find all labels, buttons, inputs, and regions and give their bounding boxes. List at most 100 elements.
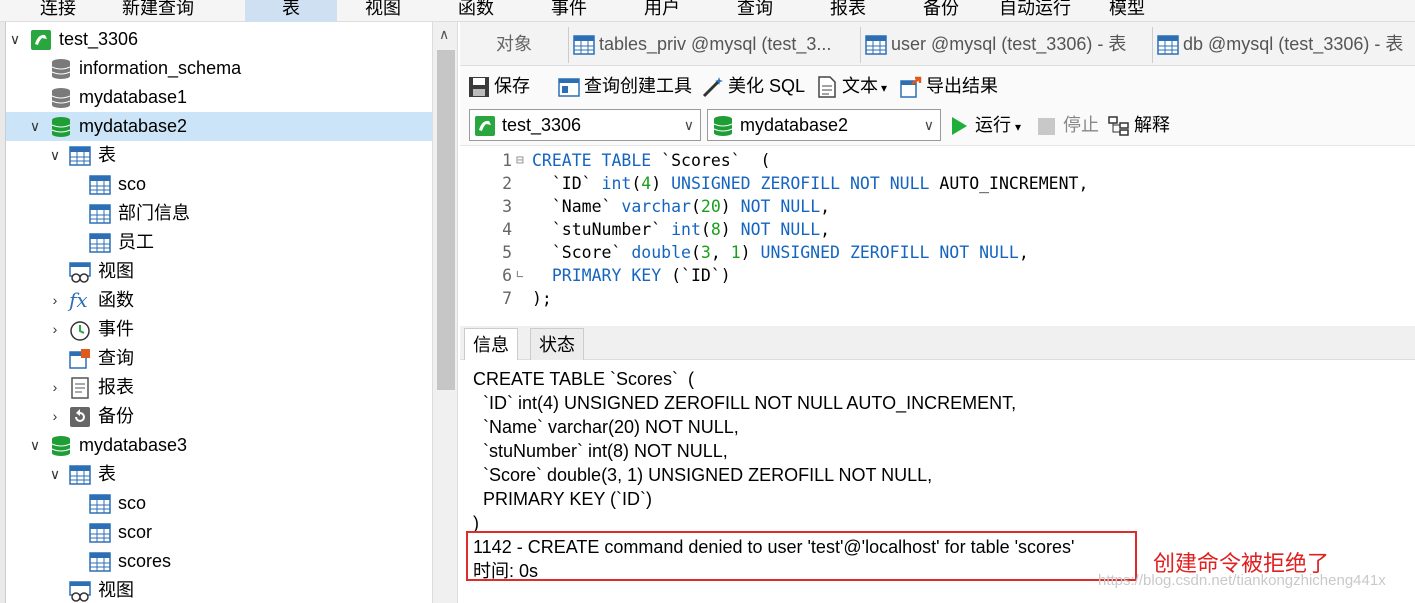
chevron-down-icon[interactable]: ∨ <box>48 141 62 170</box>
chevron-down-icon[interactable]: ∨ <box>8 25 22 54</box>
dropdown-arrow-icon: ▾ <box>1015 120 1022 134</box>
table-icon <box>89 494 111 514</box>
explain-button[interactable]: 解释 <box>1108 111 1170 139</box>
tab-objects[interactable]: 对象 <box>496 27 566 63</box>
code-line: 7); <box>460 287 1415 310</box>
tree-item-label: mydatabase3 <box>79 435 188 455</box>
tab-status[interactable]: 状态 <box>530 328 584 360</box>
line-number: 4 <box>502 220 512 239</box>
tables-icon <box>69 146 91 166</box>
text-label: 文本 <box>842 76 878 96</box>
query-icon <box>69 349 90 369</box>
tab-info[interactable]: 信息 <box>464 328 518 360</box>
tree-item-table[interactable]: scores <box>6 547 432 576</box>
tree-item-table[interactable]: scor <box>6 518 432 547</box>
menu-user[interactable]: 用户 <box>629 0 695 22</box>
tree-item-tables[interactable]: ∨ 表 <box>6 141 432 170</box>
code-text: CREATE TABLE `Scores` ( <box>532 151 771 170</box>
menu-table[interactable]: 表 <box>245 0 337 22</box>
export-results-button[interactable]: 导出结果 <box>900 72 998 100</box>
chevron-up-icon[interactable]: ∧ <box>439 26 449 43</box>
dropdown-arrow-icon: ▾ <box>881 81 888 95</box>
tree-item-label: 部门信息 <box>118 203 190 223</box>
tree-item-backups[interactable]: › 备份 <box>6 402 432 431</box>
output-line: `Score` double(3, 1) UNSIGNED ZEROFILL N… <box>473 465 933 485</box>
tab-tables-priv[interactable]: tables_priv @mysql (test_3... <box>568 27 853 63</box>
tree-item-database[interactable]: ∨ mydatabase3 <box>6 431 432 460</box>
tab-label: db @mysql (test_3306) - 表 <box>1183 34 1404 54</box>
mysql-connection-icon <box>31 30 51 50</box>
chevron-down-icon[interactable]: ∨ <box>28 112 42 141</box>
code-text: PRIMARY KEY (`ID`) <box>551 266 731 285</box>
chevron-right-icon[interactable]: › <box>48 402 62 431</box>
tree-item-views[interactable]: 视图 <box>6 257 432 286</box>
magic-wand-icon <box>702 77 723 98</box>
text-button[interactable]: 文本 ▾ <box>816 72 887 100</box>
tree-item-functions[interactable]: › fx 函数 <box>6 286 432 315</box>
code-line: 4 `stuNumber` int(8) NOT NULL, <box>460 218 1415 241</box>
scrollbar-thumb[interactable] <box>437 50 455 390</box>
beautify-sql-button[interactable]: 美化 SQL <box>702 72 805 100</box>
chevron-right-icon[interactable]: › <box>48 286 62 315</box>
chevron-down-icon[interactable]: ∨ <box>28 431 42 460</box>
query-builder-icon <box>558 78 580 97</box>
tree-item-reports[interactable]: › 报表 <box>6 373 432 402</box>
menu-event[interactable]: 事件 <box>536 0 602 22</box>
chevron-down-icon[interactable]: ∨ <box>48 460 62 489</box>
save-button[interactable]: 保存 <box>468 72 530 100</box>
menu-report[interactable]: 报表 <box>815 0 881 22</box>
table-icon <box>1157 35 1179 55</box>
stop-button[interactable]: 停止 <box>1038 111 1099 139</box>
explain-label: 解释 <box>1134 115 1170 135</box>
tree-item-database-selected[interactable]: ∨ mydatabase2 <box>6 112 432 141</box>
tree-item-views[interactable]: 视图 <box>6 576 432 603</box>
code-line: 1 ⊟ CREATE TABLE `Scores` ( <box>460 149 1415 172</box>
menu-function[interactable]: 函数 <box>443 0 509 22</box>
export-icon <box>900 77 922 98</box>
tree-item-events[interactable]: › 事件 <box>6 315 432 344</box>
fold-icon[interactable]: ⊟ <box>516 149 524 172</box>
table-icon <box>89 204 111 224</box>
query-builder-button[interactable]: 查询创建工具 <box>558 72 692 100</box>
watermark: https://blog.csdn.net/tiankongzhicheng44… <box>1098 572 1386 589</box>
tab-db[interactable]: db @mysql (test_3306) - 表 <box>1152 27 1415 63</box>
tab-user[interactable]: user @mysql (test_3306) - 表 <box>860 27 1148 63</box>
tree-item-label: 视图 <box>98 261 134 281</box>
chevron-right-icon[interactable]: › <box>48 373 62 402</box>
menu-query[interactable]: 查询 <box>722 0 788 22</box>
database-icon <box>713 116 733 136</box>
tree-item-database[interactable]: information_schema <box>6 54 432 83</box>
tree-item-database[interactable]: mydatabase1 <box>6 83 432 112</box>
sql-editor[interactable]: 1 ⊟ CREATE TABLE `Scores` ( 2 `ID` int(4) … <box>460 148 1415 324</box>
menu-new-query[interactable]: 新建查询 <box>108 0 208 22</box>
menu-model[interactable]: 模型 <box>1094 0 1160 22</box>
tree-item-tables[interactable]: ∨ 表 <box>6 460 432 489</box>
tree-item-queries[interactable]: 查询 <box>6 344 432 373</box>
tree-item-table[interactable]: sco <box>6 489 432 518</box>
code-text: ); <box>532 289 552 308</box>
run-label: 运行 <box>975 115 1011 135</box>
database-select[interactable]: mydatabase2 ∨ <box>707 109 941 141</box>
mysql-connection-icon <box>475 116 495 136</box>
tree-item-table[interactable]: 员工 <box>6 228 432 257</box>
tree-item-table[interactable]: 部门信息 <box>6 199 432 228</box>
menu-backup[interactable]: 备份 <box>908 0 974 22</box>
function-icon: fx <box>69 288 88 312</box>
menu-automation[interactable]: 自动运行 <box>990 0 1080 22</box>
tree-scrollbar[interactable]: ∧ <box>432 22 458 603</box>
code-text: `stuNumber` int(8) NOT NULL, <box>532 220 831 239</box>
result-tab-bar: 信息 状态 <box>460 326 1415 360</box>
tree-item-connection[interactable]: ∨ test_3306 <box>6 25 432 54</box>
chevron-right-icon[interactable]: › <box>48 315 62 344</box>
menu-connect[interactable]: 连接 <box>18 0 98 22</box>
run-button[interactable]: 运行 ▾ <box>952 111 1021 139</box>
tree-item-label: scores <box>118 551 172 571</box>
chevron-down-icon: ∨ <box>923 117 934 133</box>
event-icon <box>70 321 90 341</box>
connection-value: test_3306 <box>502 115 582 135</box>
tree-item-table[interactable]: sco <box>6 170 432 199</box>
code-text: `Score` double(3, 1) UNSIGNED ZEROFILL N… <box>532 243 1029 262</box>
connection-select[interactable]: test_3306 ∨ <box>469 109 701 141</box>
tree-item-label: mydatabase1 <box>79 87 188 107</box>
menu-view[interactable]: 视图 <box>350 0 416 22</box>
